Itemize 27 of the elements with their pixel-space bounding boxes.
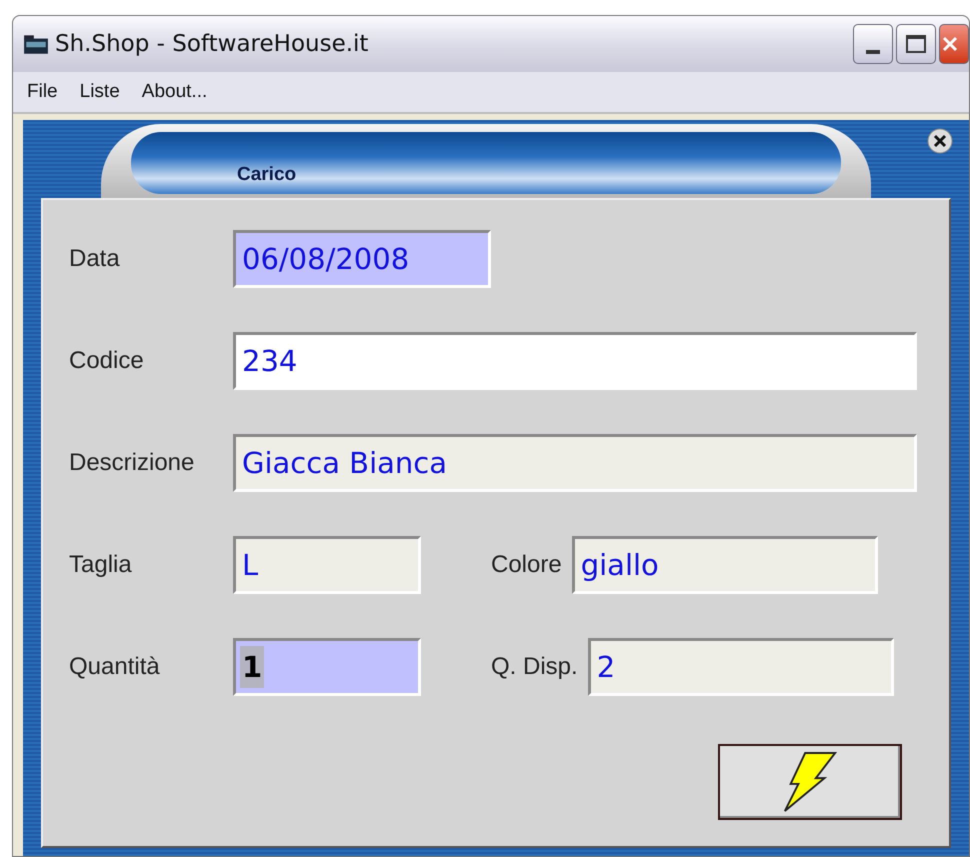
field-label: Colore	[491, 551, 562, 579]
input-field[interactable]: 06/08/2008	[233, 230, 491, 288]
field-label: Quantità	[69, 653, 161, 681]
close-icon	[940, 34, 960, 54]
input-field[interactable]: L	[233, 536, 421, 594]
menu-item[interactable]: File	[27, 81, 58, 103]
lightning-icon	[781, 751, 839, 813]
maximize-button[interactable]	[896, 24, 936, 64]
folder-icon	[23, 33, 49, 55]
input-field[interactable]: giallo	[572, 536, 878, 594]
field-label: Descrizione	[69, 449, 196, 477]
input-field[interactable]: 1	[233, 638, 421, 696]
close-icon[interactable]	[927, 128, 953, 154]
window-title: Sh.Shop - SoftwareHouse.it	[55, 31, 370, 57]
menu-item[interactable]: Liste	[80, 81, 120, 103]
input-field[interactable]: 234	[233, 332, 917, 390]
menu-item[interactable]: About...	[142, 81, 208, 103]
minimize-button[interactable]	[853, 24, 893, 64]
field-label: Taglia	[69, 551, 133, 579]
field-label: Codice	[69, 347, 145, 375]
field-label: Data	[69, 245, 121, 273]
form-title: Carico	[131, 132, 841, 194]
input-field[interactable]: Giacca Bianca	[233, 434, 917, 492]
field-label: Q. Disp.	[491, 653, 578, 681]
execute-button[interactable]	[718, 744, 902, 820]
input-field[interactable]: 2	[588, 638, 894, 696]
close-button[interactable]	[939, 24, 969, 64]
